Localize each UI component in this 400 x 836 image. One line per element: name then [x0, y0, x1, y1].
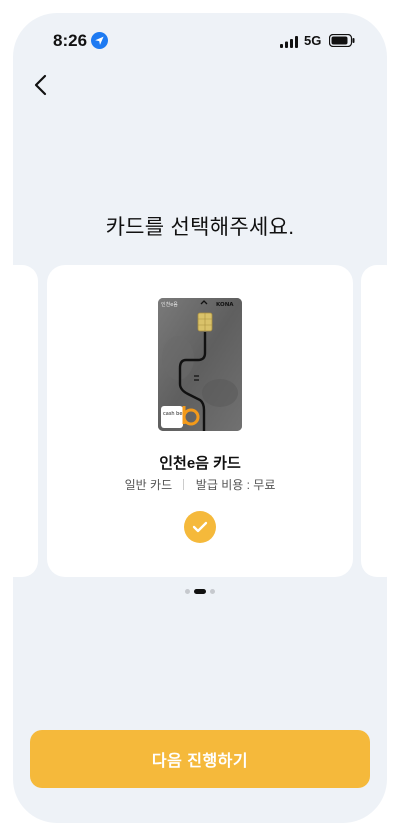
status-bar: 8:26 5G — [13, 13, 387, 69]
carousel-dot[interactable] — [185, 589, 190, 594]
card-panel-selected[interactable]: 인천e음 KONA cash bee 인천e음 카드 일반 카드 발급 비용 :… — [47, 265, 353, 577]
page-title: 카드를 선택해주세요. — [105, 216, 295, 239]
battery-icon — [328, 33, 355, 52]
card-type: 일반 카드 — [124, 478, 173, 492]
divider — [183, 479, 185, 490]
card-cashbee-text: cash bee — [163, 411, 186, 417]
selected-check-icon[interactable] — [184, 511, 216, 543]
signal-icon — [280, 35, 298, 53]
carousel-indicator — [13, 589, 387, 594]
chevron-left-icon — [34, 74, 47, 96]
card-panel-next[interactable] — [361, 265, 387, 577]
next-button[interactable]: 다음 진행하기 — [30, 730, 370, 788]
phone-screen: 8:26 5G 카드를 선택해주세요. 인천e음 KONA cash bee 인… — [13, 13, 387, 823]
card-brand-right: KONA — [216, 302, 234, 308]
card-meta: 일반 카드 발급 비용 : 무료 — [47, 476, 353, 493]
location-arrow-icon — [91, 32, 108, 54]
status-time: 8:26 — [53, 31, 88, 50]
card-brand-left: 인천e음 — [161, 301, 178, 308]
card-fee: 발급 비용 : 무료 — [195, 478, 276, 492]
card-panel-previous[interactable] — [13, 265, 38, 577]
carousel-dot-active[interactable] — [194, 589, 206, 594]
network-label: 5G — [304, 33, 322, 48]
card-image: 인천e음 KONA cash bee — [158, 298, 242, 431]
carousel-dot[interactable] — [210, 589, 215, 594]
back-button[interactable] — [29, 71, 65, 107]
card-name: 인천e음 카드 — [159, 455, 241, 472]
